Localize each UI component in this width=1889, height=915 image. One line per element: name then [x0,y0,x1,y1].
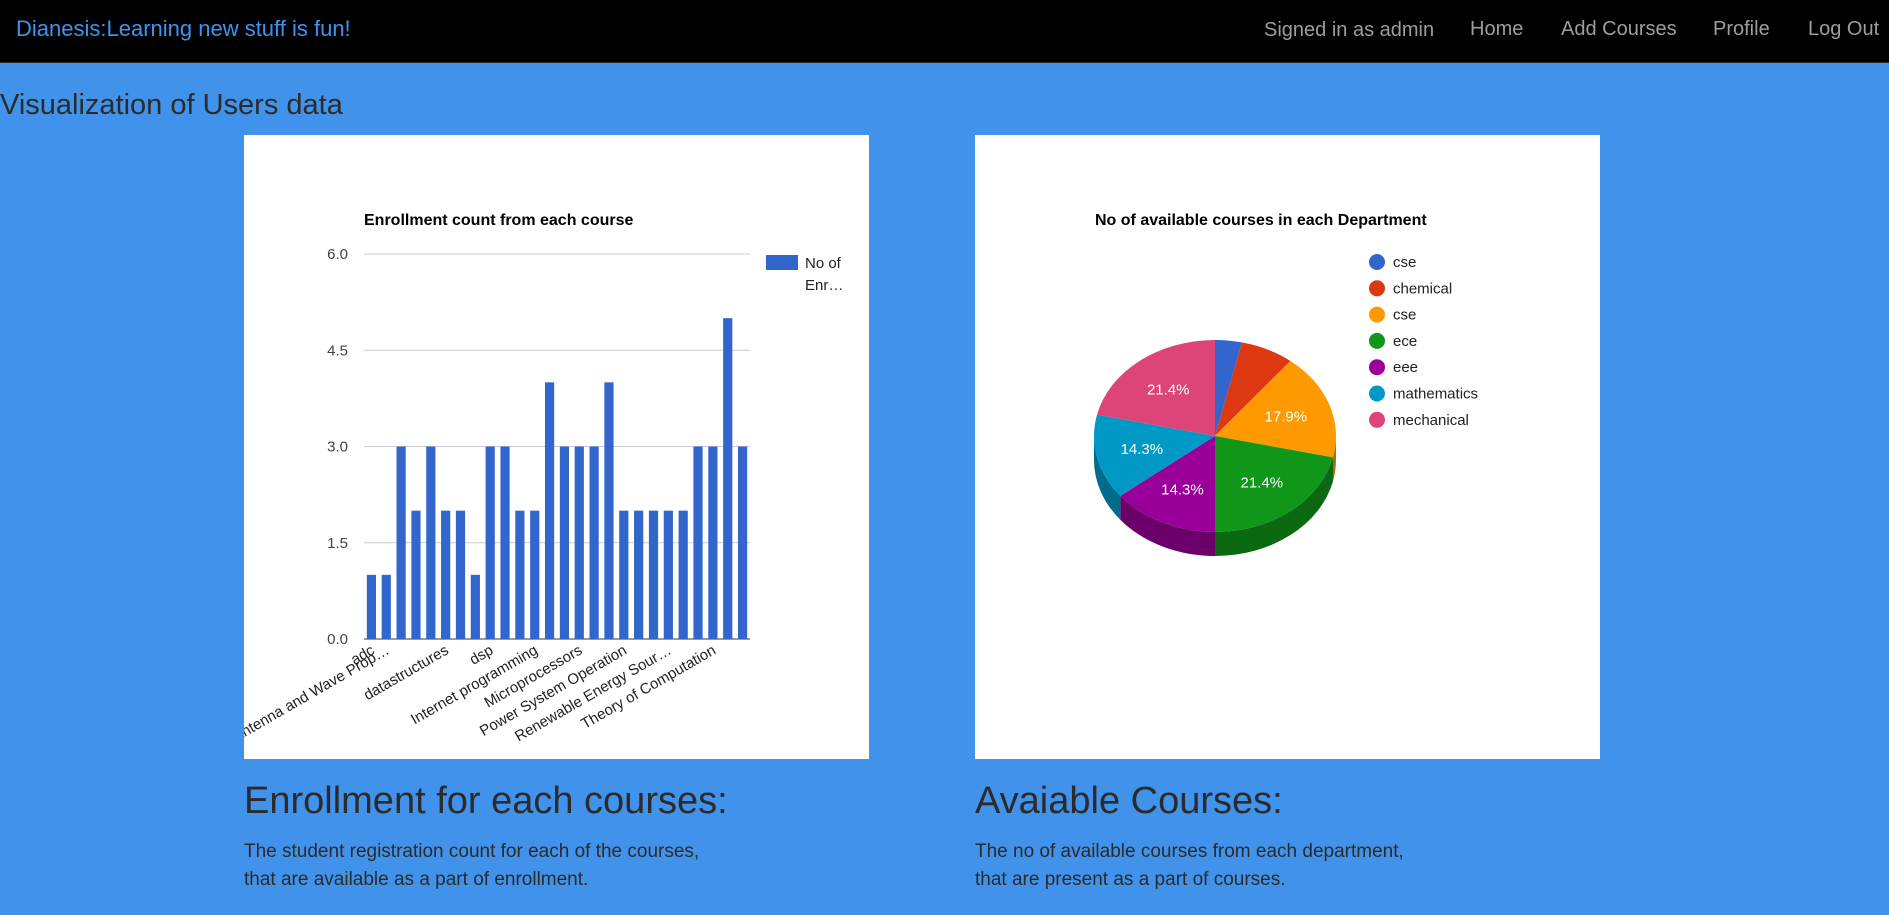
pie-legend-label: cse [1393,254,1416,271]
pie-legend-label: ece [1393,333,1417,350]
bar [708,446,718,639]
pie-legend-label: cse [1393,307,1416,324]
pie-legend-marker [1369,280,1385,297]
bar-y-tick-label: 1.5 [327,535,348,552]
courses-section-description: The no of available courses from each de… [975,838,1495,894]
bar [485,446,495,639]
bar [530,510,540,639]
nav-add-courses-link[interactable]: Add Courses [1561,18,1677,41]
bar [663,510,673,639]
bar [411,510,421,639]
enrollment-section-title: Enrollment for each courses: [244,780,728,822]
pie-legend-marker [1369,306,1385,323]
pie-legend-marker [1369,359,1385,376]
pie-legend-marker [1369,254,1385,270]
departments-chart-card: No of available courses in each Departme… [975,135,1600,759]
enrollment-desc-line1: The student registration count for each … [244,841,700,862]
courses-desc-line2: that are present as a part of courses. [975,869,1286,890]
bar [426,446,436,639]
bar-y-tick-label: 4.5 [327,342,348,359]
bar [589,446,599,639]
pie-slice-percent-label: 17.9% [1265,408,1308,425]
enrollment-desc-line2: that are available as a part of enrollme… [244,869,589,890]
pie-chart-title: No of available courses in each Departme… [1095,212,1427,229]
bar [574,446,584,639]
bar [515,510,525,639]
bar [366,574,377,639]
pie-legend-label: chemical [1393,280,1452,297]
bar-legend-label-line1: No of [805,255,842,272]
bar [634,510,644,639]
page-title: Visualization of Users data [0,89,343,121]
pie-slice-percent-label: 14.3% [1161,482,1204,499]
bar [619,510,629,639]
courses-section-title: Avaiable Courses: [975,780,1283,822]
bar [693,446,703,639]
bar-y-tick-label: 6.0 [327,246,348,263]
enrollment-section-description: The student registration count for each … [244,838,764,894]
bar-y-tick-label: 0.0 [327,631,348,648]
bar [381,574,391,639]
pie-legend-label: eee [1393,359,1418,376]
bar [396,446,406,639]
pie-slice-percent-label: 21.4% [1241,475,1284,492]
bar [470,574,480,639]
nav-home-link[interactable]: Home [1470,18,1523,41]
bar [559,446,570,639]
bar [500,446,510,639]
bar [648,510,659,639]
bar-legend-label-line2: Enr… [805,277,843,294]
pie-legend-label: mathematics [1393,386,1478,403]
nav-profile-link[interactable]: Profile [1713,18,1770,41]
bar [723,318,733,639]
departments-pie-chart: No of available courses in each Departme… [1094,212,1478,556]
bar [604,382,614,639]
pie-legend-marker [1369,385,1385,402]
brand-link[interactable]: Dianesis:Learning new stuff is fun! [16,16,351,42]
bar-legend-swatch [766,255,798,270]
bar [737,446,748,639]
pie-legend-label: mechanical [1393,412,1469,429]
pie-legend-marker [1369,332,1385,349]
signed-in-status: Signed in as admin [1264,19,1435,41]
bar [678,510,688,639]
courses-desc-line1: The no of available courses from each de… [975,841,1404,862]
enrollment-chart-card: Enrollment count from each course 0.0 1.5… [244,135,869,759]
bar-y-tick-label: 3.0 [327,439,348,456]
bar [544,382,555,639]
enrollment-bar-chart: Enrollment count from each course 0.0 1.5… [244,212,843,745]
nav-logout-link[interactable]: Log Out [1808,18,1879,41]
pie-legend-marker [1369,411,1385,428]
pie-slice-percent-label: 21.4% [1147,381,1190,398]
pie-slice-percent-label: 14.3% [1121,441,1164,458]
bar-chart-title: Enrollment count from each course [364,212,633,229]
bar [441,510,451,639]
navbar: Dianesis:Learning new stuff is fun! Sign… [0,0,1889,63]
bar [455,510,466,639]
